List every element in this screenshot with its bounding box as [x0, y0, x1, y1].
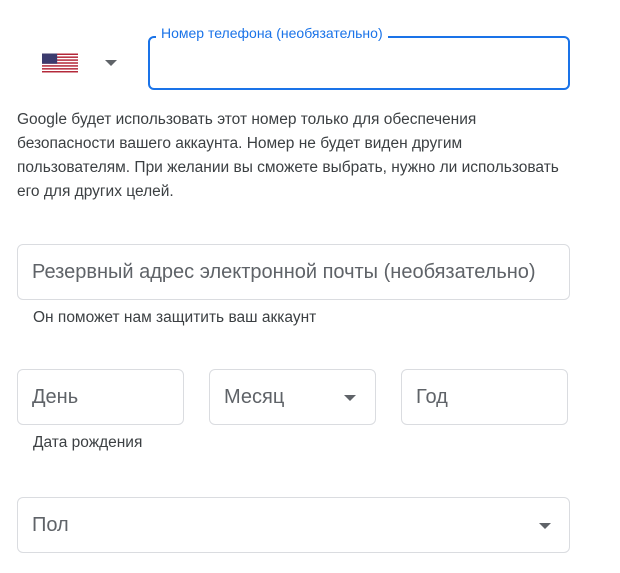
chevron-down-icon — [105, 60, 117, 66]
birth-year-placeholder: Год — [416, 385, 448, 408]
recovery-email-help-text: Он поможет нам защитить ваш аккаунт — [33, 309, 317, 326]
birth-year-field[interactable]: Год — [401, 369, 568, 425]
chevron-down-icon — [344, 395, 356, 401]
phone-help-text: Google будет использовать этот номер тол… — [17, 111, 559, 200]
gender-select[interactable]: Пол — [17, 497, 570, 553]
us-flag-icon — [42, 53, 78, 73]
signup-optional-info-form: Номер телефона (необязательно) Google бу… — [0, 0, 620, 573]
recovery-email-field[interactable]: Резервный адрес электронной почты (необя… — [17, 244, 570, 300]
birthday-help-text: Дата рождения — [33, 434, 143, 451]
recovery-email-placeholder: Резервный адрес электронной почты (необя… — [32, 260, 536, 283]
birth-month-placeholder: Месяц — [224, 385, 285, 408]
phone-number-input[interactable] — [164, 46, 556, 80]
phone-number-field[interactable] — [148, 36, 570, 90]
birth-day-field[interactable]: День — [17, 369, 184, 425]
country-code-select[interactable] — [32, 44, 132, 84]
gender-placeholder: Пол — [32, 513, 69, 536]
birth-month-select[interactable]: Месяц — [209, 369, 376, 425]
birth-day-placeholder: День — [32, 385, 79, 408]
phone-number-label: Номер телефона (необязательно) — [156, 24, 388, 42]
chevron-down-icon — [539, 523, 551, 529]
